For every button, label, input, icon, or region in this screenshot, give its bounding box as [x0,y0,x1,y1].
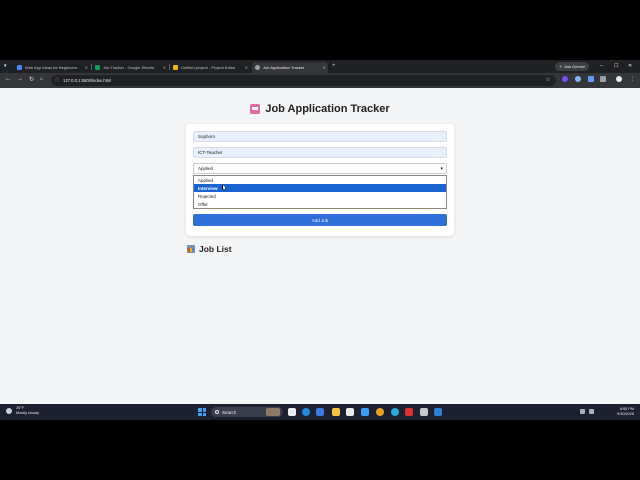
url-text: 127.0.0.1:5500/index.html [63,78,112,83]
screen: ▾ Web App Ideas for Beginners ✕ Job Trac… [0,0,640,480]
tab-label: Untitled project - Project Editor [181,65,236,70]
page-title-text: Job Application Tracker [265,103,390,115]
forward-icon[interactable]: → [17,76,23,82]
vscode-icon[interactable] [434,408,442,416]
bookmark-star-icon[interactable]: ☆ [546,77,550,83]
tab-search-icon[interactable]: ▾ [4,63,7,69]
site-info-icon[interactable]: ⓘ [55,77,59,83]
project-icon [173,65,178,70]
extension-icon[interactable] [575,76,581,82]
status-option-interview[interactable]: Interview [194,184,446,192]
mail-icon[interactable] [361,408,369,416]
start-pane [202,408,206,412]
file-explorer-icon[interactable] [332,408,340,416]
job-list-heading-text: Job List [199,244,232,254]
status-option-offer[interactable]: Offer [194,200,446,208]
store-icon[interactable] [346,408,354,416]
globe-icon [255,65,260,70]
weather-widget[interactable]: 26°F Mostly cloudy [6,406,39,416]
home-icon[interactable]: ⌂ [40,76,43,82]
copilot-icon[interactable] [316,408,324,416]
tab-label: Job Application Tracker [263,65,305,70]
tab-label: Web App Ideas for Beginners [25,65,77,70]
edge-icon[interactable] [302,408,310,416]
extensions-puzzle-icon[interactable] [600,76,606,82]
start-pane [198,412,202,416]
ask-gemini-label: Ask Gemini [564,64,585,69]
close-icon[interactable]: ✕ [245,65,248,70]
extension-icon[interactable] [562,76,568,82]
inbox-tray-icon [250,104,261,114]
tab-project-editor[interactable]: Untitled project - Project Editor ✕ [170,62,250,73]
start-pane [202,412,206,416]
extension-icon[interactable] [588,76,594,82]
docs-icon [17,65,22,70]
search-highlight-icon [266,408,280,416]
sheets-icon [95,65,100,70]
close-icon[interactable]: ✕ [85,65,88,70]
page-content: Job Application Tracker Sophorn ICT-Teac… [0,88,640,404]
tab-job-tracker-sheets[interactable]: Job Tracker - Google Sheets ✕ [92,62,168,73]
weather-desc: Mostly cloudy [16,411,40,415]
cloud-icon [6,408,12,414]
tab-bar: ▾ Web App Ideas for Beginners ✕ Job Trac… [0,60,640,73]
youtube-icon[interactable] [405,408,413,416]
bar-chart-icon [187,245,195,253]
browser-toolbar: ← → ↻ ⌂ 127.0.0.1:5500/index.html ☆ ⋮ [0,73,640,88]
reload-icon[interactable]: ↻ [29,76,34,83]
task-view-icon[interactable] [288,408,296,416]
page-title: Job Application Tracker [0,103,640,115]
start-button[interactable] [198,408,206,416]
minimize-button[interactable]: – [600,63,603,69]
job-list-heading: Job List [187,244,232,254]
photos-icon[interactable] [420,408,428,416]
system-clock[interactable]: 8:55 PM 5/30/2026 [600,407,634,417]
browser-window: ▾ Web App Ideas for Beginners ✕ Job Trac… [0,60,640,404]
status-dropdown-list: Applied Interview Rejected Offer [193,175,447,209]
status-option-applied[interactable]: Applied [194,176,446,184]
maximize-button[interactable]: ☐ [614,63,618,69]
address-bar[interactable]: 127.0.0.1:5500/index.html [51,75,556,86]
chrome-icon[interactable] [376,408,384,416]
telegram-icon[interactable] [391,408,399,416]
start-pane [198,408,202,412]
close-icon[interactable]: ✕ [323,65,326,70]
status-option-rejected[interactable]: Rejected [194,192,446,200]
close-window-button[interactable]: ✕ [628,63,632,69]
network-icon[interactable] [580,409,585,414]
search-label: Search [222,409,237,415]
new-tab-button[interactable]: + [332,63,336,69]
search-icon [215,410,219,414]
add-job-button[interactable]: Add Job [193,214,447,226]
company-input[interactable]: Sophorn [193,131,447,142]
menu-kebab-icon[interactable]: ⋮ [630,76,635,82]
chevron-down-icon: ▾ [440,166,443,172]
position-input[interactable]: ICT-Teacher [193,147,447,158]
windows-taskbar: 26°F Mostly cloudy Search 8:55 PM 5/30/2… [0,404,640,420]
volume-icon[interactable] [589,409,594,414]
close-icon[interactable]: ✕ [163,65,166,70]
tab-label: Job Tracker - Google Sheets [103,65,154,70]
gemini-icon: ✦ [559,64,563,69]
back-icon[interactable]: ← [5,76,11,82]
status-select-value: Applied [198,166,214,171]
clock-date: 5/30/2026 [617,412,634,416]
status-select[interactable]: Applied ▾ [193,163,447,174]
profile-avatar[interactable] [616,76,622,82]
tab-job-application-tracker[interactable]: Job Application Tracker ✕ [252,62,328,73]
tab-web-app-ideas[interactable]: Web App Ideas for Beginners ✕ [14,62,90,73]
ask-gemini-button[interactable]: ✦ Ask Gemini [555,62,589,71]
